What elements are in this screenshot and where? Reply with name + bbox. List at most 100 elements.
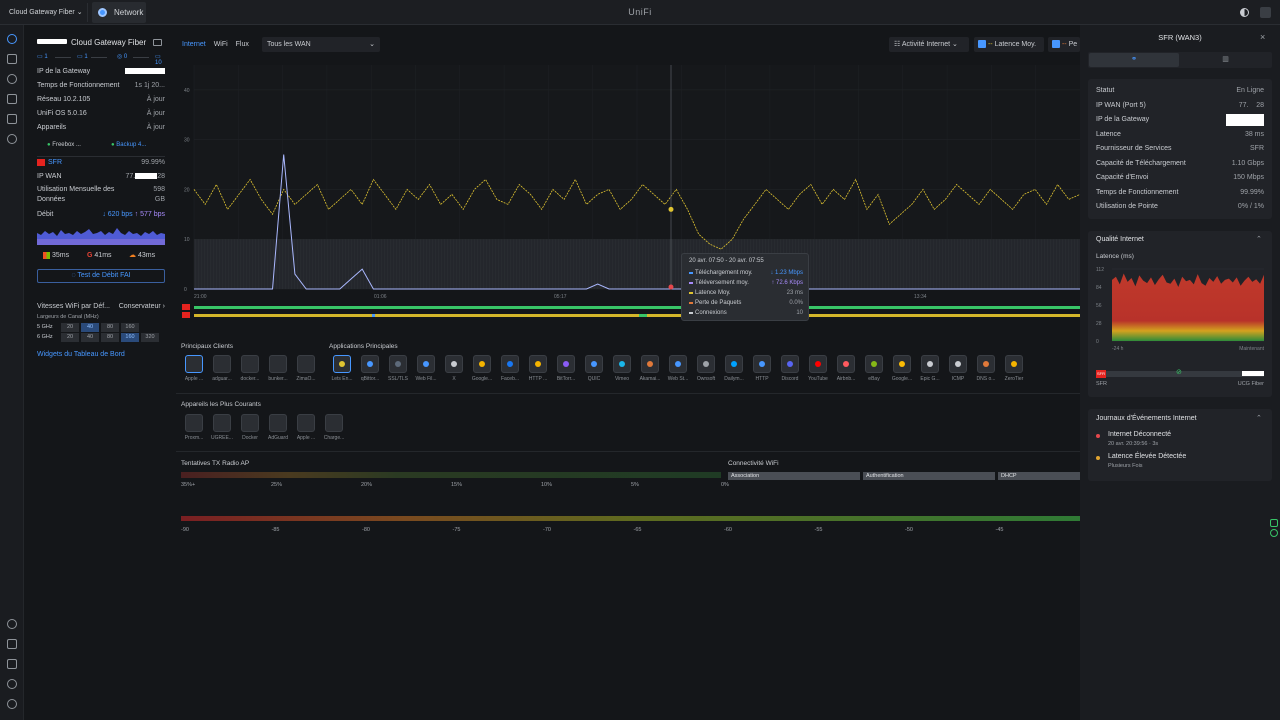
- app-icon[interactable]: [1005, 355, 1023, 373]
- print-icon[interactable]: [153, 39, 162, 46]
- client-icon[interactable]: [297, 355, 315, 373]
- device-icon[interactable]: [241, 414, 259, 432]
- topology-icon[interactable]: [7, 54, 17, 64]
- channel-width-chip[interactable]: 40: [81, 333, 99, 342]
- app-label: Lets En...: [331, 376, 353, 382]
- tab-internet[interactable]: Internet: [182, 41, 206, 48]
- device-switcher[interactable]: Cloud Gateway Fiber ⌄: [4, 3, 88, 22]
- app-label: Google...: [471, 376, 493, 382]
- channel-width-chip[interactable]: 160: [121, 333, 139, 342]
- latency-toggle[interactable]: -- Latence Moy.: [974, 37, 1044, 52]
- app-icon[interactable]: [641, 355, 659, 373]
- client-label: bunker...: [268, 376, 288, 382]
- client-icon[interactable]: [269, 355, 287, 373]
- app-icon[interactable]: [809, 355, 827, 373]
- app-icon[interactable]: [865, 355, 883, 373]
- channel-width-chip[interactable]: 20: [61, 323, 79, 332]
- tab-wifi[interactable]: WiFi: [214, 41, 228, 48]
- internet-activity-chart[interactable]: 40302010021:0001:0605:1709:2213:34: [176, 57, 1080, 357]
- tools-icon[interactable]: [7, 659, 17, 669]
- client-icon[interactable]: [213, 355, 231, 373]
- network-app-tab[interactable]: Network: [92, 2, 146, 23]
- app-icon[interactable]: [445, 355, 463, 373]
- app-icon[interactable]: [501, 355, 519, 373]
- speedtest-button[interactable]: ◌ Test de Débit FAI: [37, 269, 165, 283]
- device-icon[interactable]: [213, 414, 231, 432]
- app-icon[interactable]: [473, 355, 491, 373]
- devices-icon[interactable]: [7, 114, 17, 124]
- channel-width-chip[interactable]: 160: [121, 323, 139, 332]
- app-icon[interactable]: [781, 355, 799, 373]
- logs-icon[interactable]: [7, 639, 17, 649]
- device-icon[interactable]: [269, 414, 287, 432]
- client-icon[interactable]: [241, 355, 259, 373]
- channel-width-chip[interactable]: 20: [61, 333, 79, 342]
- wan-info-row: Utilisation de Pointe 0% / 1%: [1096, 201, 1264, 213]
- client-icon[interactable]: [185, 355, 203, 373]
- event-title[interactable]: Internet Déconnecté: [1108, 431, 1171, 438]
- app-icon[interactable]: [949, 355, 967, 373]
- app-icon[interactable]: [725, 355, 743, 373]
- app-icon[interactable]: [333, 355, 351, 373]
- app-icon[interactable]: [837, 355, 855, 373]
- stats-icon[interactable]: [7, 94, 17, 104]
- device-icon[interactable]: [325, 414, 343, 432]
- event-title[interactable]: Latence Élevée Détectée: [1108, 453, 1186, 460]
- app-icon[interactable]: [529, 355, 547, 373]
- packet-loss-toggle[interactable]: -- Pe: [1048, 37, 1080, 52]
- chart-tooltip: 20 avr. 07:50 - 20 avr. 07:55 Télécharge…: [681, 253, 809, 321]
- app-icon[interactable]: [893, 355, 911, 373]
- settings-icon[interactable]: [7, 619, 17, 629]
- activity-select[interactable]: ☷ Activité Internet ⌄: [889, 37, 969, 52]
- channel-width-chip[interactable]: 80: [101, 333, 119, 342]
- wifi-stage: Authentification: [863, 472, 995, 480]
- device-icon[interactable]: [185, 414, 203, 432]
- app-icon[interactable]: [977, 355, 995, 373]
- dashboard-widgets-link[interactable]: Widgets du Tableau de Bord: [37, 351, 125, 358]
- app-icon[interactable]: [669, 355, 687, 373]
- app-icon[interactable]: [697, 355, 715, 373]
- wifi-speeds-row[interactable]: Vitesses WiFi par Déf... Conservateur ›: [37, 301, 165, 313]
- app-glyph-icon: [451, 361, 457, 367]
- wan-select[interactable]: Tous les WAN ⌄: [262, 37, 380, 52]
- top-clients-title: Principaux Clients: [181, 343, 234, 350]
- app-icon[interactable]: [389, 355, 407, 373]
- channel-width-chip[interactable]: 40: [81, 323, 99, 332]
- stats-tab-icon[interactable]: ▥: [1180, 53, 1271, 67]
- app-icon[interactable]: [613, 355, 631, 373]
- wan-info-card: Statut En Ligne IP WAN (Port 5) 77. 28 IP de…: [1088, 79, 1272, 219]
- app-icon[interactable]: [921, 355, 939, 373]
- dashboard-icon[interactable]: [7, 34, 17, 44]
- wan-row[interactable]: SFR 99.99%: [37, 157, 165, 169]
- app-icon[interactable]: [361, 355, 379, 373]
- overview-tab-icon[interactable]: ⚭: [1089, 53, 1179, 67]
- chevron-up-icon[interactable]: ⌃: [1256, 235, 1262, 243]
- app-icon[interactable]: [753, 355, 771, 373]
- tab-flux[interactable]: Flux: [236, 41, 249, 48]
- status-icon[interactable]: [1270, 519, 1278, 527]
- avatar[interactable]: [1260, 7, 1271, 18]
- support-icon[interactable]: [7, 699, 17, 709]
- clients-icon[interactable]: [7, 74, 17, 84]
- chevron-up-icon[interactable]: ⌃: [1256, 414, 1262, 422]
- tooltip-value: ↑ 72.6 Kbps: [771, 280, 803, 286]
- alerts-icon[interactable]: [7, 679, 17, 689]
- close-icon[interactable]: ×: [1260, 32, 1265, 42]
- app-label: Faceb...: [500, 376, 520, 382]
- app-label: Ownsoft: [696, 376, 716, 382]
- theme-toggle-icon[interactable]: [1240, 8, 1249, 17]
- rssi-tick: -55: [814, 527, 823, 533]
- app-icon[interactable]: [585, 355, 603, 373]
- device-icon[interactable]: [297, 414, 315, 432]
- tooltip-row: Connexions 10: [689, 308, 803, 318]
- help-icon[interactable]: [1270, 529, 1278, 537]
- security-icon[interactable]: [7, 134, 17, 144]
- rssi-tick: -75: [452, 527, 461, 533]
- app-glyph-icon: [815, 361, 821, 367]
- tx-tick: 25%: [271, 482, 283, 488]
- app-icon[interactable]: [557, 355, 575, 373]
- channel-width-chip[interactable]: 320: [141, 333, 159, 342]
- usage-row: Utilisation Mensuelle des Données 598 GB: [37, 186, 165, 203]
- channel-width-chip[interactable]: 80: [101, 323, 119, 332]
- app-icon[interactable]: [417, 355, 435, 373]
